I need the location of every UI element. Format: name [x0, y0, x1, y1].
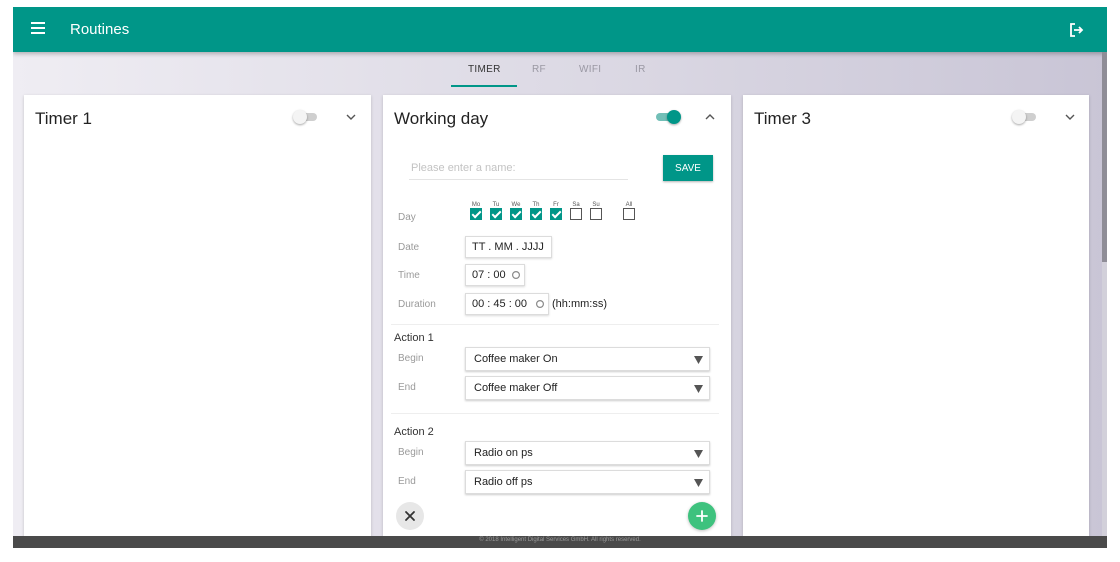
day-checkbox-tu[interactable]	[490, 208, 502, 220]
dropdown-arrow-icon	[694, 356, 703, 364]
enable-toggle[interactable]	[654, 110, 682, 124]
time-field[interactable]: 07 : 00	[465, 264, 525, 286]
action-2-begin-select[interactable]: Radio on ps	[465, 441, 710, 465]
action-1-end-select[interactable]: Coffee maker Off	[465, 376, 710, 400]
day-checkbox-all[interactable]	[623, 208, 635, 220]
action-1-title: Action 1	[394, 332, 434, 344]
routine-card-timer-1: Timer 1	[24, 95, 371, 548]
tab-wifi[interactable]: WIFI	[579, 64, 601, 75]
close-icon	[405, 511, 415, 521]
clock-icon[interactable]	[536, 300, 544, 308]
dropdown-arrow-icon	[694, 385, 703, 393]
divider	[391, 413, 719, 414]
action-1-begin-select[interactable]: Coffee maker On	[465, 347, 710, 371]
duration-field[interactable]: 00 : 45 : 00	[465, 293, 549, 315]
footer-copyright: © 2018 Intelligent Digital Services GmbH…	[479, 537, 641, 543]
logout-icon[interactable]	[1067, 21, 1085, 39]
delete-routine-button[interactable]	[396, 502, 424, 530]
save-button[interactable]: SAVE	[663, 155, 713, 181]
top-app-bar: Routines	[13, 7, 1107, 52]
day-checkbox-mo[interactable]	[470, 208, 482, 220]
time-label: Time	[398, 270, 420, 281]
action-2-end-label: End	[398, 476, 416, 487]
day-checkbox-sa[interactable]	[570, 208, 582, 220]
tab-ir[interactable]: IR	[635, 64, 646, 75]
day-label: Day	[398, 212, 416, 223]
dropdown-arrow-icon	[694, 479, 703, 487]
hamburger-menu-icon[interactable]	[31, 22, 45, 34]
duration-format-hint: (hh:mm:ss)	[552, 298, 607, 310]
tab-timer[interactable]: TIMER	[468, 64, 501, 75]
routine-card-timer-3: Timer 3	[743, 95, 1089, 548]
card-title: Timer 1	[35, 109, 92, 128]
day-checkbox-th[interactable]	[530, 208, 542, 220]
day-checkbox-su[interactable]	[590, 208, 602, 220]
chevron-down-icon[interactable]	[1065, 113, 1075, 121]
chevron-up-icon[interactable]	[705, 113, 715, 121]
plus-icon	[696, 510, 708, 522]
divider	[391, 324, 719, 325]
dropdown-arrow-icon	[694, 450, 703, 458]
add-action-button[interactable]	[688, 502, 716, 530]
time-value: 07 : 00	[472, 269, 506, 281]
page-scrollbar[interactable]	[1102, 52, 1107, 536]
action-1-begin-label: Begin	[398, 353, 424, 364]
duration-label: Duration	[398, 299, 436, 310]
day-checkbox-fr[interactable]	[550, 208, 562, 220]
action-2-title: Action 2	[394, 426, 434, 438]
routine-name-input[interactable]	[409, 157, 628, 180]
selected-value: Radio on ps	[474, 447, 533, 459]
card-title: Working day	[394, 109, 489, 128]
date-field[interactable]: TT . MM . JJJJ	[465, 236, 552, 258]
action-2-begin-label: Begin	[398, 447, 424, 458]
enable-toggle[interactable]	[293, 110, 321, 124]
selected-value: Radio off ps	[474, 476, 533, 488]
active-tab-indicator	[451, 85, 517, 87]
selected-value: Coffee maker On	[474, 353, 558, 365]
card-title: Timer 3	[754, 109, 811, 128]
tab-bar: TIMER RF WIFI IR	[13, 52, 1107, 90]
app-window: Routines TIMER RF WIFI IR Timer 1 Workin…	[13, 7, 1107, 548]
routine-card-working-day: Working day SAVE Day Mo Tu We Th Fr Sa S…	[383, 95, 731, 548]
tab-rf[interactable]: RF	[532, 64, 546, 75]
scrollbar-thumb[interactable]	[1102, 52, 1107, 262]
app-title: Routines	[70, 21, 130, 38]
duration-value: 00 : 45 : 00	[472, 298, 528, 310]
clock-icon[interactable]	[512, 271, 520, 279]
selected-value: Coffee maker Off	[474, 382, 558, 394]
enable-toggle[interactable]	[1012, 110, 1040, 124]
day-checkbox-we[interactable]	[510, 208, 522, 220]
action-2-end-select[interactable]: Radio off ps	[465, 470, 710, 494]
action-1-end-label: End	[398, 382, 416, 393]
chevron-down-icon[interactable]	[346, 113, 356, 121]
date-label: Date	[398, 242, 420, 253]
footer: © 2018 Intelligent Digital Services GmbH…	[13, 536, 1107, 548]
